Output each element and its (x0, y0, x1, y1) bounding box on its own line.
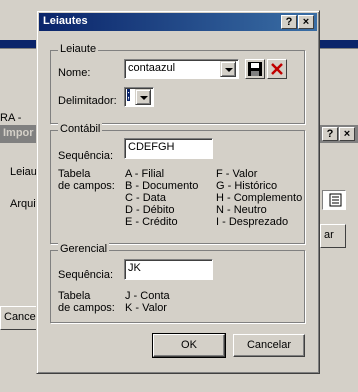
background-button-ar[interactable]: ar (320, 224, 346, 248)
gerencial-legend: Gerencial (58, 243, 110, 255)
contabil-campo: C - Data (125, 192, 166, 204)
gerencial-tabela-label: de campos: (58, 302, 115, 314)
floppy-disk-icon (248, 62, 262, 76)
gerencial-sequencia-label: Sequência: (58, 269, 114, 281)
dialog-titlebar: Leiautes ? × (39, 13, 317, 31)
background-dialog-title: Impor (0, 125, 40, 143)
gerencial-campo: K - Valor (125, 302, 167, 314)
background-cancel-button[interactable]: Cancel (0, 306, 40, 330)
contabil-campo: N - Neutro (216, 204, 267, 216)
chevron-down-icon[interactable] (135, 89, 151, 105)
nome-label: Nome: (58, 67, 91, 79)
contabil-campo: D - Débito (125, 204, 175, 216)
nome-value: contaazul (128, 62, 176, 74)
ok-button[interactable]: OK (152, 333, 226, 358)
nome-combobox[interactable]: contaazul (124, 59, 239, 79)
delimitador-value: ; (127, 89, 131, 101)
contabil-sequencia-input[interactable]: CDEFGH (124, 138, 213, 159)
contabil-campo: G - Histórico (216, 180, 278, 192)
background-file-field[interactable] (322, 190, 346, 210)
contabil-sequencia-label: Sequência: (58, 150, 114, 162)
contabil-campo: E - Crédito (125, 216, 178, 228)
delete-x-icon (271, 63, 283, 75)
contabil-campo: I - Desprezado (216, 216, 289, 228)
contabil-tabela-label: Tabela (58, 168, 91, 180)
contabil-campo: F - Valor (216, 168, 258, 180)
close-button[interactable]: × (298, 15, 314, 29)
background-dialog-titlebar-right: ? × (318, 125, 358, 143)
gerencial-tabela-label: Tabela (58, 290, 91, 302)
background-label-leiaute: Leiau (10, 166, 37, 178)
leiautes-dialog: Leiautes ? × Leiaute Nome: contaazul Del… (36, 10, 320, 374)
delimitador-combobox[interactable]: ; (124, 87, 154, 107)
delimitador-label: Delimitador: (58, 95, 117, 107)
contabil-campo: H - Complemento (216, 192, 303, 204)
save-button[interactable] (245, 59, 265, 79)
cancel-button[interactable]: Cancelar (233, 334, 305, 357)
dialog-title: Leiautes (43, 15, 88, 27)
background-close-button[interactable]: × (339, 127, 355, 141)
contabil-campo: A - Filial (125, 168, 165, 180)
contabil-legend: Contábil (58, 123, 103, 135)
delete-button[interactable] (267, 59, 287, 79)
chevron-down-icon[interactable] (220, 61, 236, 77)
background-help-button[interactable]: ? (322, 127, 338, 141)
list-icon (329, 193, 342, 207)
gerencial-sequencia-input[interactable]: JK (124, 259, 213, 280)
contabil-tabela-label: de campos: (58, 180, 115, 192)
gerencial-campo: J - Conta (125, 290, 170, 302)
help-button[interactable]: ? (281, 15, 297, 29)
background-label-ra: RA - (0, 112, 22, 124)
leiaute-legend: Leiaute (58, 43, 99, 55)
contabil-campo: B - Documento (125, 180, 199, 192)
